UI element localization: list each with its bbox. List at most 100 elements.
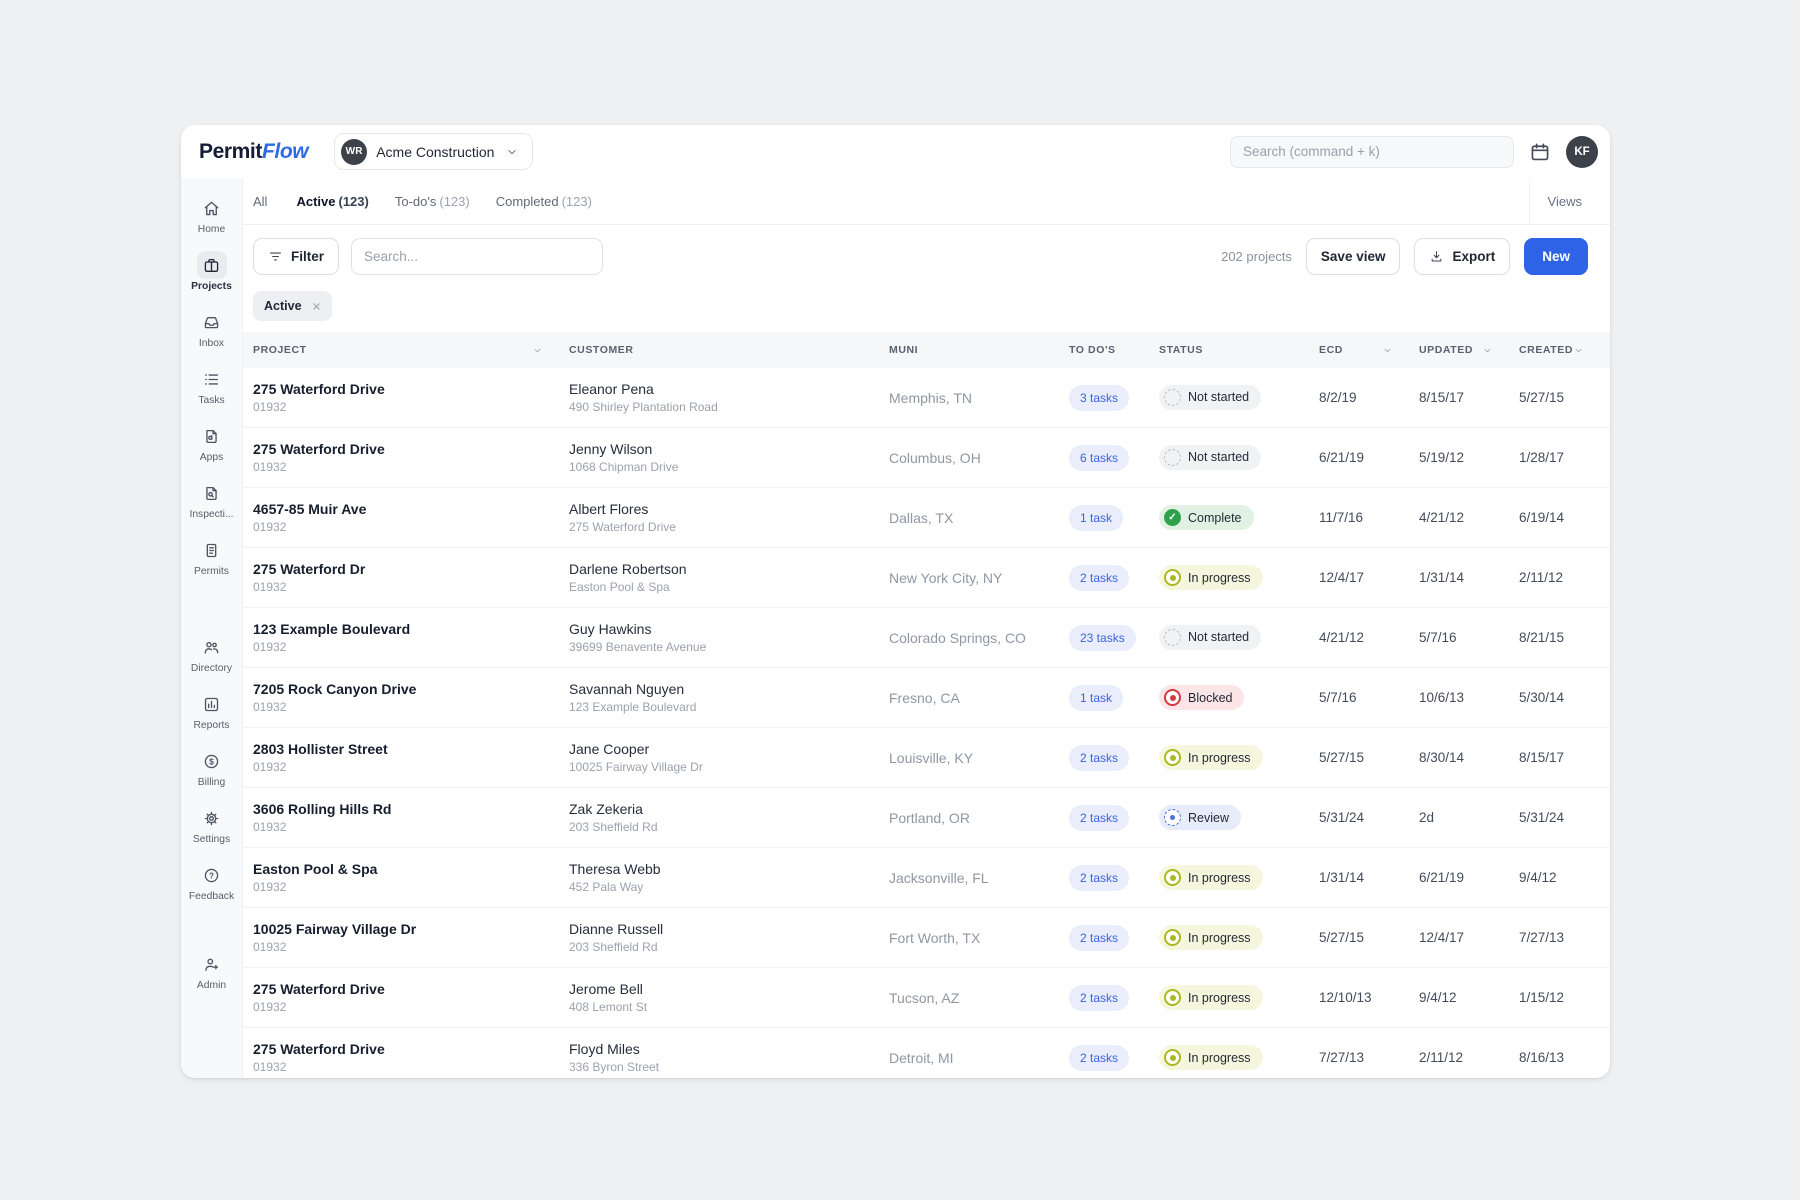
column-header-todos[interactable]: TO DO'S: [1069, 344, 1159, 356]
org-avatar: WR: [341, 139, 367, 165]
sidebar-item-admin[interactable]: Admin: [181, 942, 242, 999]
user-avatar[interactable]: KF: [1566, 136, 1598, 168]
sidebar-item-inspecti[interactable]: Inspecti...: [181, 471, 242, 528]
project-title: 275 Waterford Dr: [253, 561, 555, 577]
status-icon: [1164, 509, 1181, 526]
toolbar: Filter 202 projects Save view Export New: [243, 225, 1610, 275]
tab-completed[interactable]: Completed(123): [496, 194, 592, 209]
chevron-down-icon: [505, 145, 519, 159]
table-row[interactable]: 4657-85 Muir Ave 01932 Albert Flores 275…: [243, 488, 1610, 548]
updated-date: 2d: [1419, 810, 1519, 825]
todos-badge[interactable]: 2 tasks: [1069, 1045, 1129, 1071]
muni: Memphis, TN: [889, 390, 1069, 406]
project-id: 01932: [253, 460, 555, 474]
sidebar-item-projects[interactable]: Projects: [181, 243, 242, 300]
export-label: Export: [1452, 249, 1495, 264]
column-header-created[interactable]: CREATED: [1519, 344, 1610, 356]
column-header-updated[interactable]: UPDATED: [1419, 344, 1519, 356]
filter-chip[interactable]: Active: [253, 291, 332, 321]
download-icon: [1429, 249, 1444, 264]
created-date: 8/15/17: [1519, 750, 1610, 765]
table-row[interactable]: Easton Pool & Spa 01932 Theresa Webb 452…: [243, 848, 1610, 908]
sidebar-item-directory[interactable]: Directory: [181, 625, 242, 682]
calendar-icon[interactable]: [1528, 140, 1552, 164]
status-icon: [1164, 389, 1181, 406]
logo-text-flow: Flow: [262, 140, 308, 163]
todos-badge[interactable]: 2 tasks: [1069, 985, 1129, 1011]
status-label: In progress: [1188, 991, 1251, 1005]
todos-badge[interactable]: 3 tasks: [1069, 385, 1129, 411]
sidebar-item-reports[interactable]: Reports: [181, 682, 242, 739]
created-date: 6/19/14: [1519, 510, 1610, 525]
column-header-muni[interactable]: MUNI: [889, 344, 1069, 356]
ecd-date: 5/27/15: [1319, 930, 1419, 945]
sidebar-item-billing[interactable]: $ Billing: [181, 739, 242, 796]
project-id: 01932: [253, 520, 555, 534]
table-row[interactable]: 2803 Hollister Street 01932 Jane Cooper …: [243, 728, 1610, 788]
sidebar-item-permits[interactable]: Permits: [181, 528, 242, 585]
customer-name: Jane Cooper: [569, 741, 875, 757]
muni: Tucson, AZ: [889, 990, 1069, 1006]
table-row[interactable]: 275 Waterford Dr 01932 Darlene Robertson…: [243, 548, 1610, 608]
todos-badge[interactable]: 2 tasks: [1069, 805, 1129, 831]
sort-chevron-icon: [1482, 345, 1493, 356]
muni: Colorado Springs, CO: [889, 630, 1069, 646]
project-id: 01932: [253, 820, 555, 834]
table-row[interactable]: 275 Waterford Drive 01932 Eleanor Pena 4…: [243, 368, 1610, 428]
status-label: Not started: [1188, 630, 1249, 644]
tab-todos[interactable]: To-do's(123): [395, 194, 470, 209]
table-row[interactable]: 3606 Rolling Hills Rd 01932 Zak Zekeria …: [243, 788, 1610, 848]
todos-badge[interactable]: 2 tasks: [1069, 865, 1129, 891]
table-search-input[interactable]: [351, 238, 603, 275]
todos-badge[interactable]: 2 tasks: [1069, 565, 1129, 591]
customer-name: Dianne Russell: [569, 921, 875, 937]
todos-badge[interactable]: 1 task: [1069, 685, 1123, 711]
sidebar-item-feedback[interactable]: ? Feedback: [181, 853, 242, 910]
table-row[interactable]: 123 Example Boulevard 01932 Guy Hawkins …: [243, 608, 1610, 668]
project-id: 01932: [253, 640, 555, 654]
ecd-date: 12/4/17: [1319, 570, 1419, 585]
tab-active[interactable]: Active(123): [296, 194, 368, 209]
todos-badge[interactable]: 23 tasks: [1069, 625, 1136, 651]
todos-badge[interactable]: 1 task: [1069, 505, 1123, 531]
todos-badge[interactable]: 2 tasks: [1069, 925, 1129, 951]
muni: Fresno, CA: [889, 690, 1069, 706]
global-search-input[interactable]: [1230, 136, 1514, 168]
tasks-icon: [197, 365, 227, 393]
status-label: Not started: [1188, 450, 1249, 464]
table-row[interactable]: 275 Waterford Drive 01932 Jenny Wilson 1…: [243, 428, 1610, 488]
new-button[interactable]: New: [1524, 238, 1588, 275]
project-title: 3606 Rolling Hills Rd: [253, 801, 555, 817]
export-button[interactable]: Export: [1414, 238, 1510, 275]
sidebar-item-settings[interactable]: Settings: [181, 796, 242, 853]
org-name: Acme Construction: [376, 144, 494, 160]
org-selector[interactable]: WR Acme Construction: [334, 133, 533, 170]
table-row[interactable]: 10025 Fairway Village Dr 01932 Dianne Ru…: [243, 908, 1610, 968]
views-button[interactable]: Views: [1529, 178, 1582, 224]
column-header-project[interactable]: PROJECT: [253, 344, 569, 356]
close-icon[interactable]: [310, 300, 323, 313]
todos-badge[interactable]: 2 tasks: [1069, 745, 1129, 771]
created-date: 8/21/15: [1519, 630, 1610, 645]
project-id: 01932: [253, 700, 555, 714]
tabs-row: All Active(123) To-do's(123) Completed(1…: [243, 178, 1610, 225]
column-header-status[interactable]: STATUS: [1159, 344, 1319, 356]
sidebar-item-label: Projects: [191, 281, 232, 292]
updated-date: 5/19/12: [1419, 450, 1519, 465]
sidebar-item-home[interactable]: Home: [181, 186, 242, 243]
filter-button[interactable]: Filter: [253, 238, 339, 275]
column-header-ecd[interactable]: ECD: [1319, 344, 1419, 356]
save-view-label: Save view: [1321, 249, 1386, 264]
sidebar-item-tasks[interactable]: Tasks: [181, 357, 242, 414]
sidebar-item-apps[interactable]: Apps: [181, 414, 242, 471]
todos-badge[interactable]: 6 tasks: [1069, 445, 1129, 471]
main-content: All Active(123) To-do's(123) Completed(1…: [243, 178, 1610, 1078]
column-header-customer[interactable]: CUSTOMER: [569, 344, 889, 356]
table-row[interactable]: 7205 Rock Canyon Drive 01932 Savannah Ng…: [243, 668, 1610, 728]
table-row[interactable]: 275 Waterford Drive 01932 Floyd Miles 33…: [243, 1028, 1610, 1078]
sidebar-item-inbox[interactable]: Inbox: [181, 300, 242, 357]
save-view-button[interactable]: Save view: [1306, 238, 1401, 275]
tab-all[interactable]: All: [253, 194, 270, 209]
status-label: In progress: [1188, 871, 1251, 885]
table-row[interactable]: 275 Waterford Drive 01932 Jerome Bell 40…: [243, 968, 1610, 1028]
